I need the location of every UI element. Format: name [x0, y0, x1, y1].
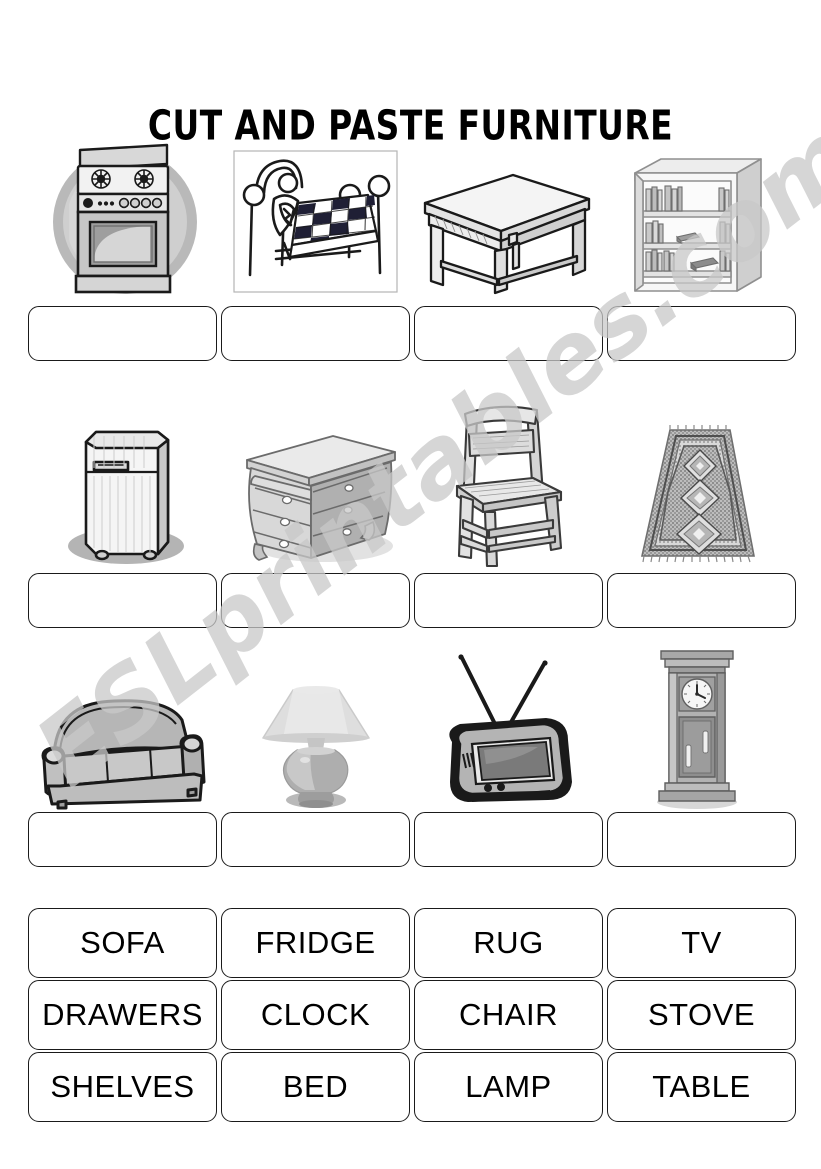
word-card-lamp[interactable]: LAMP: [414, 1052, 603, 1122]
word-card-fridge[interactable]: FRIDGE: [221, 908, 410, 978]
picture-cell-fridge: [30, 408, 221, 568]
picture-cell-bed: [221, 142, 412, 297]
answer-box[interactable]: [28, 306, 217, 361]
picture-cell-clock: [602, 648, 793, 810]
picture-cell-tv: [411, 648, 602, 810]
word-card-sofa[interactable]: SOFA: [28, 908, 217, 978]
answer-box[interactable]: [28, 812, 217, 867]
word-card-table[interactable]: TABLE: [607, 1052, 796, 1122]
word-card-bed[interactable]: BED: [221, 1052, 410, 1122]
answer-box[interactable]: [414, 573, 603, 628]
answer-box[interactable]: [221, 573, 410, 628]
word-bank-row-1: SOFA FRIDGE RUG TV: [28, 908, 796, 978]
picture-cell-rug: [602, 408, 793, 568]
answer-row-2: [28, 573, 796, 628]
answer-box[interactable]: [607, 812, 796, 867]
picture-cell-stove: [30, 142, 221, 297]
rug-icon: [640, 425, 755, 563]
answer-row-3: [28, 812, 796, 867]
shelves-icon: [633, 158, 762, 292]
word-card-stove[interactable]: STOVE: [607, 980, 796, 1050]
answer-row-1: [28, 306, 796, 361]
picture-cell-sofa: [30, 648, 221, 810]
word-card-drawers[interactable]: DRAWERS: [28, 980, 217, 1050]
answer-box[interactable]: [607, 573, 796, 628]
word-card-rug[interactable]: RUG: [414, 908, 603, 978]
picture-row-2: [30, 405, 793, 568]
lamp-icon: [262, 686, 370, 808]
answer-box[interactable]: [221, 306, 410, 361]
answer-box[interactable]: [607, 306, 796, 361]
picture-row-1: [30, 142, 792, 297]
answer-box[interactable]: [28, 573, 217, 628]
word-card-tv[interactable]: TV: [607, 908, 796, 978]
picture-cell-shelves: [602, 142, 793, 297]
tv-icon: [449, 654, 573, 802]
clock-icon: [656, 650, 737, 809]
word-bank: SOFA FRIDGE RUG TV DRAWERS CLOCK CHAIR S…: [28, 908, 796, 1124]
answer-box[interactable]: [414, 812, 603, 867]
answer-box[interactable]: [221, 812, 410, 867]
picture-cell-table: [411, 142, 602, 297]
drawers-icon: [245, 435, 396, 562]
picture-cell-chair: [411, 405, 602, 568]
sofa-icon: [41, 699, 206, 810]
word-card-chair[interactable]: CHAIR: [414, 980, 603, 1050]
answer-box[interactable]: [414, 306, 603, 361]
table-icon: [424, 173, 591, 295]
picture-row-3: [30, 648, 792, 810]
stove-icon: [53, 143, 198, 294]
picture-cell-drawers: [221, 408, 412, 568]
chair-icon: [456, 405, 563, 568]
worksheet-page: CUT AND PASTE FURNITURE SOFA FRIDGE RUG …: [0, 0, 821, 1169]
word-card-shelves[interactable]: SHELVES: [28, 1052, 217, 1122]
word-bank-row-3: SHELVES BED LAMP TABLE: [28, 1052, 796, 1122]
picture-cell-lamp: [221, 648, 412, 810]
word-bank-row-2: DRAWERS CLOCK CHAIR STOVE: [28, 980, 796, 1050]
word-card-clock[interactable]: CLOCK: [221, 980, 410, 1050]
fridge-icon: [68, 430, 185, 564]
bed-icon: [233, 150, 398, 293]
